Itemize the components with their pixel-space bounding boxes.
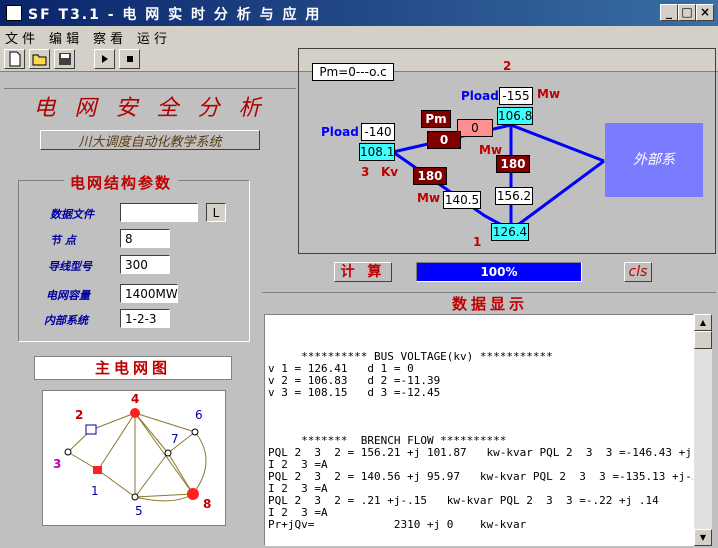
open-folder-icon[interactable] bbox=[29, 49, 50, 69]
output-line: v 3 = 108.15 d 3 =-12.45 bbox=[268, 386, 441, 399]
minimap-node-4 bbox=[130, 408, 140, 418]
maximize-button[interactable]: □ bbox=[678, 4, 696, 21]
minimap-label-1: 1 bbox=[91, 484, 99, 498]
minimap-label-4: 4 bbox=[131, 392, 139, 406]
new-file-icon[interactable] bbox=[4, 49, 25, 69]
minimap-label-6: 6 bbox=[195, 408, 203, 422]
flow-31b-value: 140.5 bbox=[443, 191, 481, 209]
save-icon[interactable] bbox=[54, 49, 75, 69]
param-label-wiretype: 导线型号 bbox=[48, 260, 92, 273]
pload-2-label: Pload bbox=[461, 89, 499, 103]
scroll-up-icon[interactable]: ▲ bbox=[694, 314, 712, 331]
mw-label-31: Mw bbox=[417, 191, 441, 205]
datafile-field[interactable] bbox=[120, 203, 198, 222]
external-system: 外部系 bbox=[605, 123, 703, 197]
bus-1-voltage: 126.4 bbox=[491, 223, 529, 241]
minimap-node-1 bbox=[93, 466, 102, 474]
app-heading: 电 网 安 全 分 析 bbox=[33, 96, 267, 121]
minimap-label-2: 2 bbox=[75, 408, 83, 422]
params-title: 电网结构参数 bbox=[64, 172, 179, 193]
pm-input[interactable]: 0 bbox=[457, 119, 493, 137]
mw-label-2: Mw bbox=[537, 87, 561, 101]
param-label-internal: 内部系统 bbox=[44, 314, 88, 327]
minimap-label-5: 5 bbox=[135, 504, 143, 518]
minimap-node-8 bbox=[187, 488, 199, 500]
flow-21-value: 156.2 bbox=[495, 187, 533, 205]
pload-2-value: -155 bbox=[499, 87, 533, 105]
minimap-node-2 bbox=[85, 424, 97, 435]
output-scrollbar[interactable]: ▲ ▼ bbox=[694, 314, 712, 546]
bus-3-voltage: 108.1 bbox=[359, 143, 395, 161]
minimize-button[interactable]: _ bbox=[660, 4, 678, 21]
main-grid-map: 2 4 6 3 7 1 5 8 bbox=[42, 390, 226, 526]
pm-box-label: Pm bbox=[421, 110, 451, 128]
app-icon bbox=[6, 5, 22, 21]
node-3-label: 3 bbox=[361, 165, 370, 179]
network-diagram: Pm=0---o.c 2 Pload -155 Mw 106.8 Pm 0 0 … bbox=[298, 48, 716, 254]
progress-bar: 100% bbox=[416, 262, 582, 282]
gen-output: 0 bbox=[427, 131, 461, 149]
internal-field[interactable]: 1-2-3 bbox=[120, 309, 170, 328]
scroll-down-icon[interactable]: ▼ bbox=[694, 529, 712, 546]
calculate-button[interactable]: 计 算 bbox=[334, 262, 392, 282]
flow-23-value: 180 bbox=[496, 155, 530, 173]
kv-label: Kv bbox=[381, 165, 399, 179]
menu-bar: 文 件 编 辑 察 看 运 行 bbox=[0, 26, 718, 47]
load-button[interactable]: L bbox=[206, 203, 226, 222]
output-line: PQL 2 3 2 = .21 +j-.15 kw-kvar PQL 2 3 3… bbox=[268, 494, 659, 507]
nodes-field[interactable]: 8 bbox=[120, 229, 170, 248]
window-title: SF T3.1 - 电 网 实 时 分 析 与 应 用 bbox=[28, 7, 322, 23]
display-title: 数据显示 bbox=[446, 293, 535, 314]
pload-3-label: Pload bbox=[321, 125, 359, 139]
output-textbox[interactable]: ********** BUS VOLTAGE(kv) *********** v … bbox=[264, 314, 694, 546]
wiretype-field[interactable]: 300 bbox=[120, 255, 170, 274]
title-bar: SF T3.1 - 电 网 实 时 分 析 与 应 用 _ □ × bbox=[0, 0, 718, 26]
output-line: PQL 2 3 2 = 140.56 +j 95.97 kw-kvar PQL … bbox=[268, 470, 694, 483]
minimap-label-3: 3 bbox=[53, 457, 61, 471]
pm-range-label: Pm=0---o.c bbox=[312, 63, 394, 81]
param-label-datafile: 数据文件 bbox=[50, 208, 94, 221]
capacity-field[interactable]: 1400MW bbox=[120, 284, 178, 303]
minimap-label-7: 7 bbox=[171, 432, 179, 446]
scroll-thumb[interactable] bbox=[694, 331, 712, 349]
close-button[interactable]: × bbox=[696, 4, 714, 21]
main-grid-label: 主电网图 bbox=[34, 356, 232, 380]
app-subtitle: 川大调度自动化教学系统 bbox=[40, 130, 260, 150]
output-line: Pr+jQv= 2310 +j 0 kw-kvar bbox=[268, 518, 527, 531]
stop-icon[interactable] bbox=[119, 49, 140, 69]
output-line: PQL 2 3 2 = 156.21 +j 101.87 kw-kvar PQL… bbox=[268, 446, 694, 459]
node-2-label: 2 bbox=[503, 59, 512, 73]
play-icon[interactable] bbox=[94, 49, 115, 69]
clear-button[interactable]: cls bbox=[624, 262, 652, 282]
param-label-nodes: 节 点 bbox=[50, 234, 76, 247]
param-label-capacity: 电网容量 bbox=[46, 289, 90, 302]
bus-2-voltage: 106.8 bbox=[497, 107, 533, 125]
display-frame: 数据显示 bbox=[262, 292, 716, 314]
minimap-label-8: 8 bbox=[203, 497, 211, 511]
node-1-label: 1 bbox=[473, 235, 482, 249]
pload-3-value: -140 bbox=[361, 123, 395, 141]
flow-31-value: 180 bbox=[413, 167, 447, 185]
